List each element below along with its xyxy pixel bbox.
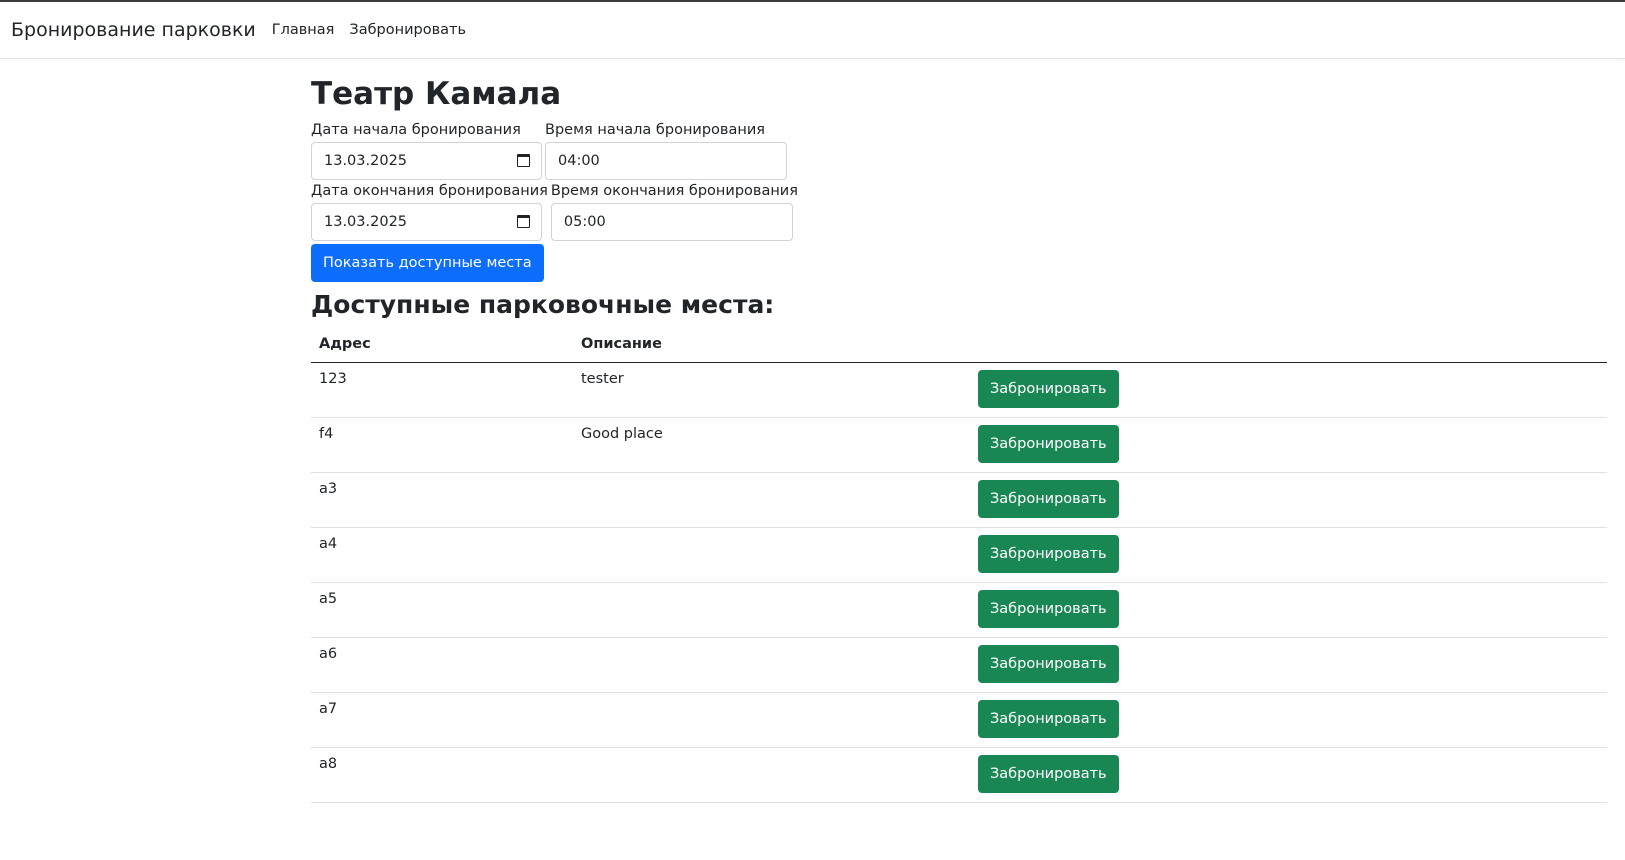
available-spots-title: Доступные парковочные места: bbox=[311, 290, 775, 320]
navbar: Бронирование парковки Главная Заброниров… bbox=[0, 0, 1625, 59]
book-button[interactable]: Забронировать bbox=[978, 370, 1119, 409]
spot-description bbox=[573, 637, 970, 694]
book-button[interactable]: Забронировать bbox=[978, 755, 1119, 794]
spot-description bbox=[573, 527, 970, 584]
end-time-input[interactable]: 05:00 bbox=[550, 203, 793, 242]
table-row: a7 Забронировать bbox=[311, 692, 1607, 749]
column-header-description: Описание bbox=[573, 330, 970, 364]
column-header-actions bbox=[970, 330, 1607, 364]
book-button[interactable]: Забронировать bbox=[978, 425, 1119, 464]
start-time-input[interactable]: 04:00 bbox=[545, 142, 787, 181]
spot-description: tester bbox=[573, 362, 970, 419]
table-row: f4 Good place Забронировать bbox=[311, 417, 1607, 474]
spot-description bbox=[573, 472, 970, 529]
book-button[interactable]: Забронировать bbox=[978, 645, 1119, 684]
table-row: a4 Забронировать bbox=[311, 527, 1607, 584]
table-row: a5 Забронировать bbox=[311, 582, 1607, 639]
end-row: Дата окончания бронирования 13.03.2025 В… bbox=[311, 181, 1607, 242]
spot-address: a3 bbox=[311, 472, 573, 529]
start-time-value: 04:00 bbox=[558, 153, 600, 170]
calendar-icon[interactable] bbox=[517, 154, 530, 168]
spot-address: f4 bbox=[311, 417, 573, 474]
book-button[interactable]: Забронировать bbox=[978, 535, 1119, 574]
table-row: 123 tester Забронировать bbox=[311, 362, 1607, 419]
end-time-field: Время окончания бронирования 05:00 bbox=[550, 181, 798, 242]
book-button[interactable]: Забронировать bbox=[978, 480, 1119, 519]
book-button[interactable]: Забронировать bbox=[978, 590, 1119, 629]
spot-description: Good place bbox=[573, 417, 970, 474]
start-date-label: Дата начала бронирования bbox=[311, 122, 521, 139]
nav-link-home[interactable]: Главная bbox=[272, 22, 335, 38]
end-date-input[interactable]: 13.03.2025 bbox=[311, 203, 542, 242]
end-date-label: Дата окончания бронирования bbox=[311, 183, 548, 200]
start-row: Дата начала бронирования 13.03.2025 Врем… bbox=[311, 120, 1607, 181]
spot-description bbox=[573, 747, 970, 804]
spot-description bbox=[573, 692, 970, 749]
end-date-value: 13.03.2025 bbox=[324, 214, 408, 231]
start-date-input[interactable]: 13.03.2025 bbox=[311, 142, 542, 181]
nav-link-book[interactable]: Забронировать bbox=[349, 22, 466, 38]
end-time-value: 05:00 bbox=[563, 214, 606, 231]
book-button[interactable]: Забронировать bbox=[978, 700, 1119, 739]
show-available-button[interactable]: Показать доступные места bbox=[311, 244, 544, 283]
spot-address: a5 bbox=[311, 582, 573, 639]
table-row: a3 Забронировать bbox=[311, 472, 1607, 529]
main-content: Театр Камала Дата начала бронирования 13… bbox=[311, 76, 1607, 804]
end-date-field: Дата окончания бронирования 13.03.2025 bbox=[311, 181, 548, 242]
spot-address: a8 bbox=[311, 747, 573, 804]
spot-description bbox=[573, 582, 970, 639]
spots-table: Адрес Описание 123 tester Забронировать … bbox=[311, 330, 1607, 804]
spot-address: 123 bbox=[311, 362, 573, 419]
end-time-label: Время окончания бронирования bbox=[550, 183, 798, 200]
navbar-brand[interactable]: Бронирование парковки bbox=[11, 19, 256, 41]
table-row: a8 Забронировать bbox=[311, 747, 1607, 804]
start-date-field: Дата начала бронирования 13.03.2025 bbox=[311, 120, 542, 181]
spot-address: a4 bbox=[311, 527, 573, 584]
start-time-field: Время начала бронирования 04:00 bbox=[545, 120, 787, 181]
table-header-row: Адрес Описание bbox=[311, 330, 1607, 364]
calendar-icon[interactable] bbox=[517, 215, 530, 229]
table-row: a6 Забронировать bbox=[311, 637, 1607, 694]
page-title: Театр Камала bbox=[311, 76, 562, 112]
start-date-value: 13.03.2025 bbox=[324, 153, 408, 170]
column-header-address: Адрес bbox=[311, 330, 573, 364]
spot-address: a7 bbox=[311, 692, 573, 749]
start-time-label: Время начала бронирования bbox=[545, 122, 765, 139]
spot-address: a6 bbox=[311, 637, 573, 694]
